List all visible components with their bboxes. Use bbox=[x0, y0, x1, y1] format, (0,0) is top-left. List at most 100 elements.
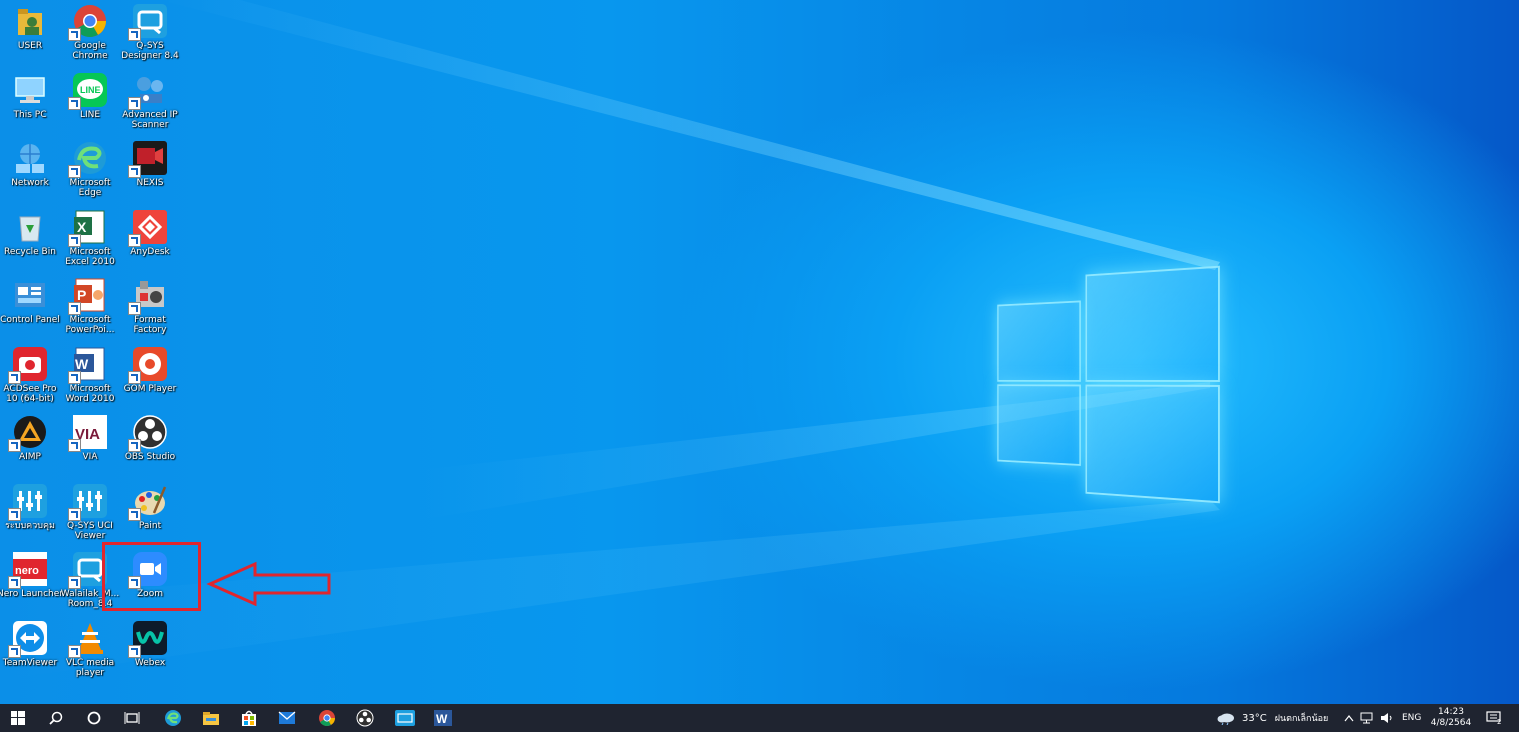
desktop-icon-label: ระบบควบคุม bbox=[5, 520, 55, 531]
desktop-icon-chrome[interactable]: Google Chrome bbox=[59, 3, 121, 71]
chrome-taskbar[interactable] bbox=[309, 704, 345, 732]
svg-text:W: W bbox=[75, 356, 89, 372]
desktop-icon-acdsee[interactable]: ACDSee Pro 10 (64-bit) bbox=[0, 346, 61, 414]
action-center-button[interactable]: 2 bbox=[1486, 704, 1506, 732]
task-view-button[interactable] bbox=[114, 704, 150, 732]
shortcut-arrow-icon bbox=[128, 507, 141, 521]
search-button[interactable] bbox=[38, 704, 74, 732]
chevron-up-icon bbox=[1344, 715, 1354, 722]
network-tray[interactable] bbox=[1360, 704, 1374, 732]
desktop-icon-label: Microsoft Excel 2010 bbox=[65, 246, 115, 267]
show-hidden-icons[interactable] bbox=[1344, 704, 1356, 732]
computer-icon bbox=[15, 76, 45, 103]
obs-icon bbox=[356, 709, 374, 727]
desktop-icon-aimp[interactable]: AIMP bbox=[0, 414, 61, 482]
shortcut-arrow-icon bbox=[8, 439, 21, 452]
language-indicator[interactable]: ENG bbox=[1402, 704, 1421, 732]
desktop-icon-word[interactable]: W Microsoft Word 2010 bbox=[59, 346, 121, 414]
desktop-icon-nero[interactable]: nero Nero Launcher bbox=[0, 551, 63, 619]
desktop-icon-label: Microsoft Edge bbox=[69, 178, 111, 198]
start-button[interactable] bbox=[0, 704, 36, 732]
desktop-icon-control-system[interactable]: ระบบควบคุม bbox=[0, 483, 61, 551]
desktop-icon-label: Q-SYS UCI Viewer bbox=[67, 520, 113, 541]
mail-icon bbox=[278, 711, 296, 724]
desktop-icon-powerpoint[interactable]: P Microsoft PowerPoi... bbox=[59, 277, 121, 345]
desktop-icon-label: Microsoft Word 2010 bbox=[65, 383, 115, 404]
desktop-icon-label: Recycle Bin bbox=[4, 246, 56, 257]
desktop-icon-uci-viewer[interactable]: Q-SYS UCI Viewer bbox=[59, 483, 121, 551]
desktop-icon-webex[interactable]: Webex bbox=[119, 620, 181, 688]
notification-count: 2 bbox=[1497, 718, 1502, 726]
qsys-icon bbox=[395, 710, 415, 726]
desktop-icon-via[interactable]: VIA VIA bbox=[59, 414, 121, 482]
network-tray-icon bbox=[1360, 712, 1373, 724]
desktop-icon-recycle-bin[interactable]: Recycle Bin bbox=[0, 209, 61, 277]
svg-text:X: X bbox=[77, 219, 87, 235]
language-label: ENG bbox=[1402, 713, 1422, 723]
user-folder-icon bbox=[18, 9, 42, 35]
shortcut-arrow-icon bbox=[128, 439, 141, 452]
obs-taskbar[interactable] bbox=[347, 704, 383, 732]
clock[interactable]: 14:23 4/8/2564 bbox=[1430, 704, 1472, 732]
volume-tray[interactable] bbox=[1380, 704, 1394, 732]
shortcut-arrow-icon bbox=[68, 302, 81, 315]
desktop-icon-excel[interactable]: X Microsoft Excel 2010 bbox=[59, 209, 121, 277]
cloud-rain-icon bbox=[1217, 713, 1234, 725]
svg-text:P: P bbox=[77, 287, 86, 303]
desktop-icon-anydesk[interactable]: AnyDesk bbox=[119, 209, 181, 277]
desktop-icon-nexis[interactable]: NEXIS bbox=[119, 140, 181, 208]
desktop-icon-paint[interactable]: Paint bbox=[119, 483, 181, 551]
desktop-icon-label: Advanced IP Scanner bbox=[122, 109, 178, 130]
desktop-icon-obs[interactable]: OBS Studio bbox=[119, 414, 181, 482]
store-taskbar[interactable] bbox=[231, 704, 267, 732]
windows-logo-wallpaper bbox=[997, 255, 1230, 505]
desktop-icon-teamviewer[interactable]: TeamViewer bbox=[0, 620, 61, 688]
recycle-bin-icon bbox=[19, 216, 41, 241]
desktop-icon-ip-scanner[interactable]: Advanced IP Scanner bbox=[119, 72, 181, 140]
shortcut-arrow-icon bbox=[128, 28, 141, 41]
store-icon bbox=[242, 710, 256, 726]
speaker-icon bbox=[1381, 713, 1392, 723]
desktop-icon-computer[interactable]: This PC bbox=[0, 72, 61, 140]
weather-widget[interactable]: 33°C ฝนตกเล็กน้อย bbox=[1216, 704, 1336, 732]
shortcut-arrow-icon bbox=[128, 370, 141, 384]
network-icon bbox=[16, 144, 44, 173]
edge-taskbar[interactable] bbox=[155, 704, 191, 732]
clock-date: 4/8/2564 bbox=[1430, 718, 1472, 728]
desktop-icon-label: Paint bbox=[138, 520, 162, 531]
desktop-icon-label: Q-SYS Designer 8.4 bbox=[121, 41, 179, 61]
desktop-icon-edge[interactable]: Microsoft Edge bbox=[59, 140, 121, 208]
clock-time: 14:23 bbox=[1438, 707, 1464, 717]
desktop-icon-vlc[interactable]: VLC media player bbox=[59, 620, 121, 688]
word-taskbar[interactable]: W bbox=[425, 704, 461, 732]
shortcut-arrow-icon bbox=[68, 165, 81, 178]
shortcut-arrow-icon bbox=[128, 644, 141, 658]
shortcut-arrow-icon bbox=[128, 165, 141, 178]
svg-text:W: W bbox=[436, 712, 448, 726]
shortcut-arrow-icon bbox=[68, 370, 81, 384]
desktop-icon-label: TeamViewer bbox=[2, 657, 58, 668]
file-explorer-taskbar[interactable] bbox=[193, 704, 229, 732]
desktop-icon-control-panel[interactable]: Control Panel bbox=[0, 277, 61, 345]
desktop-icon-network[interactable]: Network bbox=[0, 140, 61, 208]
desktop-icon-qsys-designer[interactable]: Q-SYS Designer 8.4 bbox=[119, 3, 181, 71]
desktop-icon-user-folder[interactable]: USER bbox=[0, 3, 61, 71]
desktop-icon-label: NEXIS bbox=[136, 178, 164, 188]
desktop-icon-label: VLC media player bbox=[65, 657, 115, 678]
shortcut-arrow-icon bbox=[8, 507, 21, 521]
qsys-taskbar[interactable] bbox=[387, 704, 423, 732]
edge-icon bbox=[165, 710, 181, 726]
svg-text:LINE: LINE bbox=[80, 85, 101, 95]
shortcut-arrow-icon bbox=[8, 370, 21, 384]
mail-taskbar[interactable] bbox=[269, 704, 305, 732]
desktop-icon-label: VIA bbox=[82, 452, 98, 462]
desktop-icon-label: ACDSee Pro 10 (64-bit) bbox=[3, 383, 57, 404]
pointer-arrow bbox=[206, 561, 331, 607]
desktop-icon-format-factory[interactable]: Format Factory bbox=[119, 277, 181, 345]
shortcut-arrow-icon bbox=[68, 507, 81, 521]
shortcut-arrow-icon bbox=[68, 576, 81, 589]
desktop-icon-gom-player[interactable]: GOM Player bbox=[119, 346, 181, 414]
desktop-icon-line[interactable]: LINE LINE bbox=[59, 72, 121, 140]
weather-temperature: 33°C bbox=[1242, 712, 1267, 724]
cortana-button[interactable] bbox=[76, 704, 112, 732]
